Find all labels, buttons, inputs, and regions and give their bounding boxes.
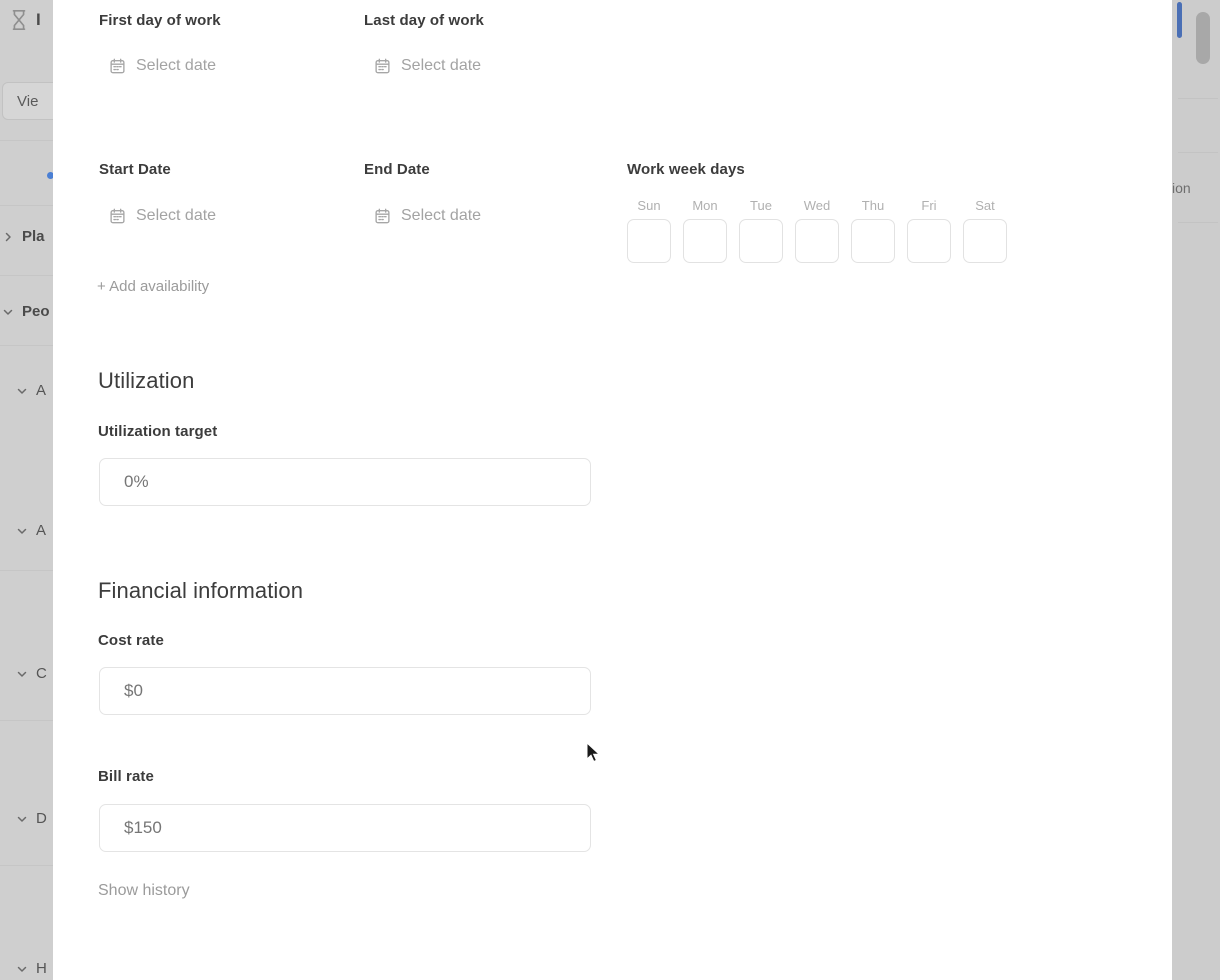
utilization-heading: Utilization [98, 368, 195, 393]
background-nav-item[interactable]: Pla [2, 228, 53, 245]
last-day-of-work-value: Select date [401, 57, 482, 74]
background-nav-item-label: Pla [22, 228, 45, 245]
chevron-down-icon [16, 385, 28, 397]
work-week-day-thu: Thu [851, 198, 895, 263]
end-date-label: End Date [364, 161, 430, 178]
utilization-target-input[interactable] [99, 458, 591, 506]
work-week-day-checkbox[interactable] [907, 219, 951, 263]
work-week-day-label: Thu [861, 198, 885, 213]
calendar-icon [109, 57, 126, 75]
cost-rate-label: Cost rate [98, 632, 164, 649]
background-nav-item[interactable]: A [2, 522, 53, 539]
background-nav-item-label: H [36, 960, 47, 977]
background-nav-item[interactable]: A [2, 382, 53, 399]
work-week-day-checkbox[interactable] [739, 219, 783, 263]
work-week-day-checkbox[interactable] [795, 219, 839, 263]
cost-rate-input[interactable] [99, 667, 591, 715]
sidebar-divider [0, 345, 53, 346]
background-view-button-label: Vie [17, 92, 39, 110]
sidebar-divider [0, 275, 53, 276]
employee-details-panel: First day of work Select date Last day o… [53, 0, 1172, 980]
work-week-day-mon: Mon [683, 198, 727, 263]
work-week-day-checkbox[interactable] [683, 219, 727, 263]
work-week-day-label: Wed [803, 198, 831, 213]
chevron-down-icon [16, 525, 28, 537]
work-week-day-label: Sat [975, 198, 995, 213]
calendar-icon [374, 207, 391, 225]
panel-scrollbar-track[interactable] [1172, 0, 1177, 980]
work-week-day-checkbox[interactable] [851, 219, 895, 263]
chevron-right-icon [2, 231, 14, 243]
divider [1178, 152, 1218, 153]
work-week-day-wed: Wed [795, 198, 839, 263]
divider [1178, 98, 1218, 99]
background-sidebar: Vie Pla Peo A A C D H [0, 0, 53, 980]
work-week-days-group: Sun Mon Tue Wed Thu Fri Sat [627, 198, 1007, 263]
sidebar-divider [0, 865, 53, 866]
calendar-icon [374, 57, 391, 75]
end-date-value: Select date [401, 207, 482, 224]
background-scrollbar-thumb[interactable] [1196, 12, 1210, 64]
panel-scrollbar-thumb[interactable] [1177, 2, 1182, 38]
utilization-target-label: Utilization target [98, 423, 218, 440]
hourglass-icon [8, 8, 30, 32]
chevron-down-icon [16, 963, 28, 975]
work-week-day-sat: Sat [963, 198, 1007, 263]
add-availability-link[interactable]: + Add availability [97, 278, 209, 295]
work-week-day-label: Tue [750, 198, 772, 213]
work-week-days-label: Work week days [627, 161, 745, 178]
work-week-day-label: Sun [637, 198, 661, 213]
bill-rate-label: Bill rate [98, 768, 154, 785]
first-day-of-work-label: First day of work [99, 12, 221, 29]
financial-information-heading: Financial information [98, 578, 304, 603]
start-date-label: Start Date [99, 161, 171, 178]
background-nav-item[interactable]: Peo [2, 303, 53, 320]
work-week-day-checkbox[interactable] [627, 219, 671, 263]
work-week-day-fri: Fri [907, 198, 951, 263]
bill-rate-input[interactable] [99, 804, 591, 852]
work-week-day-label: Fri [921, 198, 937, 213]
sidebar-divider [0, 570, 53, 571]
background-nav-item[interactable]: D [2, 810, 53, 827]
background-right-panel [1172, 0, 1220, 980]
calendar-icon [109, 207, 126, 225]
divider [1178, 222, 1218, 223]
sidebar-divider [0, 140, 53, 141]
background-page-title: I [36, 10, 41, 29]
chevron-down-icon [16, 813, 28, 825]
background-nav-item-label: D [36, 810, 47, 827]
work-week-day-tue: Tue [739, 198, 783, 263]
start-date-datepicker[interactable]: Select date [109, 207, 216, 225]
work-week-day-checkbox[interactable] [963, 219, 1007, 263]
start-date-value: Select date [136, 207, 217, 224]
last-day-of-work-datepicker[interactable]: Select date [374, 57, 481, 75]
background-nav-item-label: Peo [22, 303, 50, 320]
end-date-datepicker[interactable]: Select date [374, 207, 481, 225]
sidebar-divider [0, 720, 53, 721]
show-history-link[interactable]: Show history [98, 882, 190, 900]
background-nav-item-label: A [36, 382, 47, 399]
work-week-day-label: Mon [692, 198, 718, 213]
first-day-of-work-datepicker[interactable]: Select date [109, 57, 216, 75]
background-nav-item[interactable]: C [2, 665, 53, 682]
sidebar-divider [0, 205, 53, 206]
background-view-button[interactable]: Vie [2, 82, 53, 120]
background-nav-item[interactable]: H [2, 960, 53, 977]
first-day-of-work-value: Select date [136, 57, 217, 74]
last-day-of-work-label: Last day of work [364, 12, 484, 29]
work-week-day-sun: Sun [627, 198, 671, 263]
chevron-down-icon [2, 306, 14, 318]
chevron-down-icon [16, 668, 28, 680]
background-nav-item-label: A [36, 522, 47, 539]
app-root: Vie Pla Peo A A C D H I ion First day of work [0, 0, 1220, 980]
background-nav-item-label: C [36, 665, 47, 682]
